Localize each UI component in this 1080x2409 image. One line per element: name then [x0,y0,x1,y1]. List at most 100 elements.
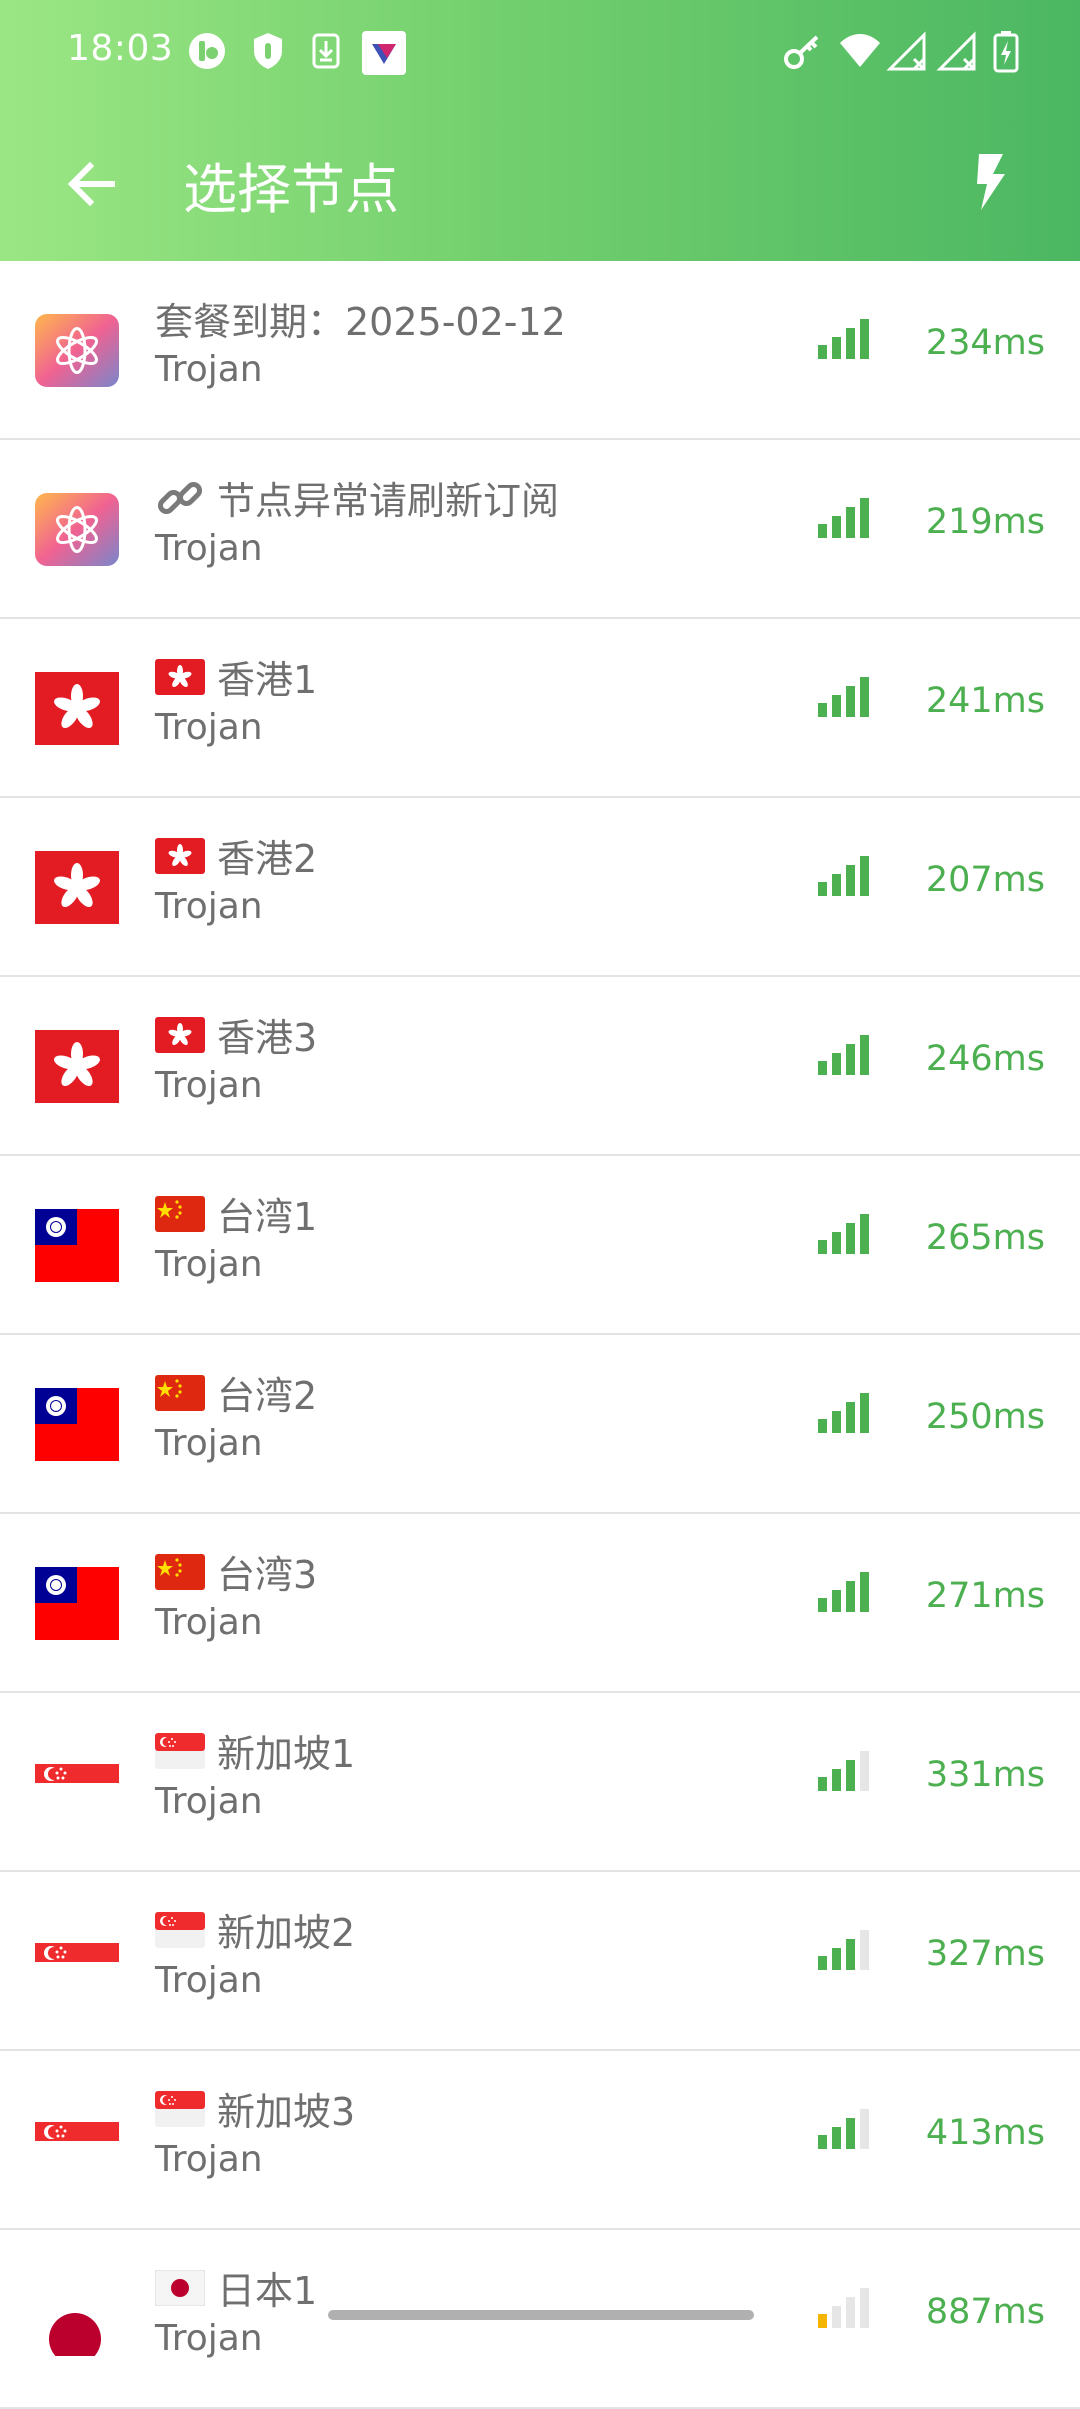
signal-strength-icon [818,498,869,538]
home-indicator[interactable] [328,2310,754,2320]
node-row[interactable]: 新加坡1 Trojan 331ms [0,1693,1080,1872]
node-latency: 219ms [925,502,1045,542]
node-name-wrap: 台湾3 [155,1544,317,1599]
singapore-flag-icon [35,2104,119,2177]
node-name-wrap: 套餐到期：2025-02-12 [155,291,566,346]
singapore-flag-emoji-icon [155,2090,205,2127]
hong-kong-flag-emoji-icon [155,837,205,874]
node-latency: 265ms [925,1218,1045,1258]
node-row[interactable]: 香港2 Trojan 207ms [0,798,1080,977]
node-protocol: Trojan [155,886,263,927]
node-latency: 234ms [925,323,1045,363]
signal-strength-icon [818,1751,869,1791]
china-flag-emoji-icon [155,1195,205,1232]
node-latency: 246ms [925,1039,1045,1079]
node-row[interactable]: 台湾2 Trojan 250ms [0,1335,1080,1514]
node-list: 套餐到期：2025-02-12 Trojan 234ms 节点异常请刷新订阅 Troja… [0,261,1080,2409]
status-time: 18:03 [67,28,174,69]
signal-strength-icon [818,319,869,359]
vpn-app-icon [362,31,406,75]
node-latency: 331ms [925,1755,1045,1795]
node-protocol: Trojan [155,1781,263,1822]
signal-no-service-icon [886,31,926,71]
japan-flag-icon [35,2283,119,2365]
node-name: 节点异常请刷新订阅 [217,479,560,523]
node-latency: 413ms [925,2113,1045,2153]
singapore-flag-icon [35,1746,119,1819]
app-notification-icon [189,33,225,69]
node-row[interactable]: 台湾1 Trojan 265ms [0,1156,1080,1335]
node-row[interactable]: 台湾3 Trojan 271ms [0,1514,1080,1693]
node-name: 新加坡2 [217,1911,356,1955]
node-name: 新加坡3 [217,2090,356,2134]
singapore-flag-emoji-icon [155,1732,205,1769]
hong-kong-flag-icon [35,672,119,745]
node-name-wrap: 香港2 [155,828,317,883]
node-name-wrap: 香港1 [155,649,317,704]
node-name-wrap: 新加坡1 [155,1723,355,1778]
china-flag-emoji-icon [155,1553,205,1590]
node-row[interactable]: 新加坡2 Trojan 327ms [0,1872,1080,2051]
node-protocol: Trojan [155,2139,263,2180]
signal-strength-icon [818,1393,869,1433]
node-name-wrap: 新加坡2 [155,1902,355,1957]
signal-strength-icon [818,1035,869,1075]
signal-strength-icon [818,1930,869,1970]
node-latency: 887ms [925,2292,1045,2332]
node-latency: 207ms [925,860,1045,900]
node-latency: 271ms [925,1576,1045,1616]
node-name: 香港1 [217,658,318,702]
node-protocol: Trojan [155,528,263,569]
signal-strength-icon [818,856,869,896]
node-row[interactable]: 香港1 Trojan 241ms [0,619,1080,798]
flash-bolt-icon[interactable] [965,152,1015,212]
node-latency: 327ms [925,1934,1045,1974]
node-row[interactable]: 套餐到期：2025-02-12 Trojan 234ms [0,261,1080,440]
taiwan-flag-icon [35,1388,119,1461]
node-protocol: Trojan [155,1065,263,1106]
node-name-wrap: 节点异常请刷新订阅 [155,470,559,525]
node-latency: 241ms [925,681,1045,721]
page-title: 选择节点 [183,158,399,221]
node-protocol: Trojan [155,1244,263,1285]
node-name: 套餐到期：2025-02-12 [155,300,566,344]
node-latency: 250ms [925,1397,1045,1437]
taiwan-flag-icon [35,1209,119,1282]
node-row[interactable]: 香港3 Trojan 246ms [0,977,1080,1156]
signal-strength-icon [818,1214,869,1254]
battery-charging-icon [993,31,1019,73]
taiwan-flag-icon [35,1567,119,1640]
node-protocol: Trojan [155,707,263,748]
hong-kong-flag-emoji-icon [155,1016,205,1053]
node-row[interactable]: 节点异常请刷新订阅 Trojan 219ms [0,440,1080,619]
node-name: 台湾1 [217,1195,318,1239]
singapore-flag-emoji-icon [155,1911,205,1948]
node-name-wrap: 台湾1 [155,1186,317,1241]
node-name-wrap: 台湾2 [155,1365,317,1420]
node-row[interactable]: 新加坡3 Trojan 413ms [0,2051,1080,2230]
status-bar: 18:03 [0,0,1080,100]
link-emoji-icon [157,481,203,514]
node-name: 香港3 [217,1016,318,1060]
signal-strength-icon [818,2288,869,2328]
vpn-key-icon [784,35,819,69]
shield-notification-icon [254,33,282,69]
app-logo-icon [35,314,119,387]
node-name-wrap: 新加坡3 [155,2081,355,2136]
node-protocol: Trojan [155,349,263,390]
node-name: 新加坡1 [217,1732,356,1776]
singapore-flag-icon [35,1925,119,1998]
node-protocol: Trojan [155,2318,263,2359]
wifi-icon [840,34,880,67]
node-protocol: Trojan [155,1960,263,2001]
hong-kong-flag-icon [35,851,119,924]
node-name-wrap: 香港3 [155,1007,317,1062]
app-bar: 18:03 选择节点 [0,0,1080,261]
back-button[interactable] [60,152,124,216]
node-name: 台湾2 [217,1374,318,1418]
node-name: 台湾3 [217,1553,318,1597]
china-flag-emoji-icon [155,1374,205,1411]
node-name-wrap: 日本1 [155,2260,317,2315]
signal-strength-icon [818,1572,869,1612]
node-name: 日本1 [217,2269,318,2313]
